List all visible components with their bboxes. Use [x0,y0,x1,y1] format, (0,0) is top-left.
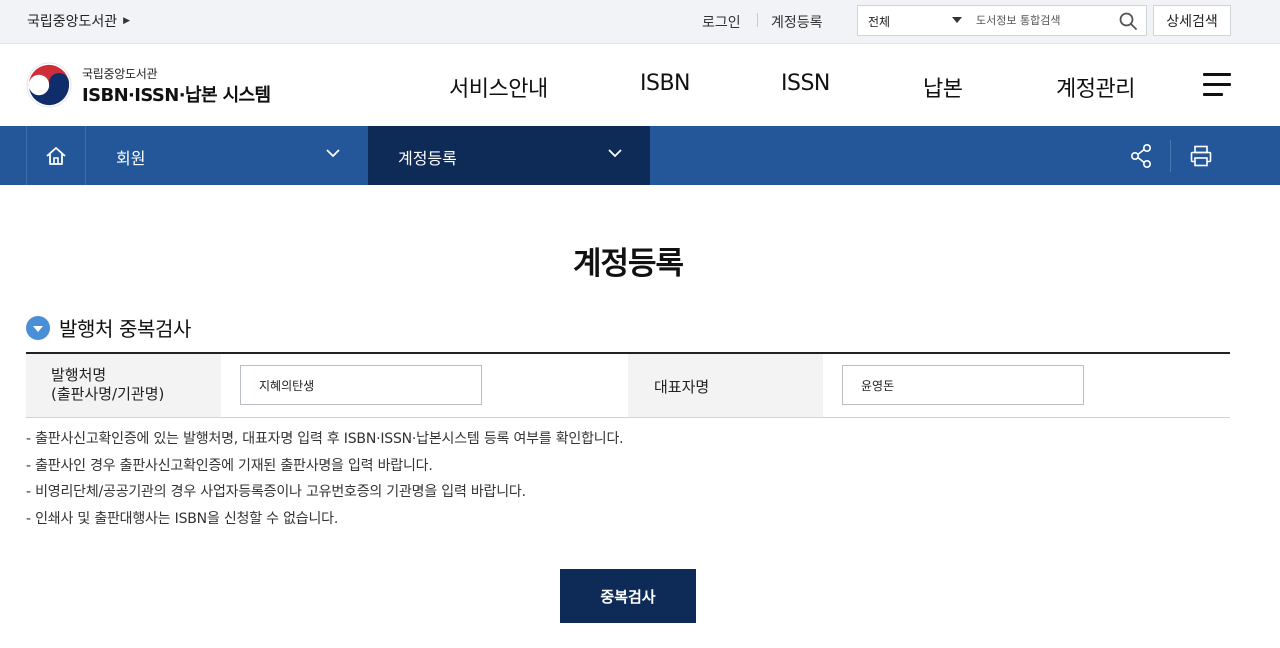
note-item: - 출판사인 경우 출판사신고확인증에 기재된 출판사명을 입력 바랍니다. [26,453,623,480]
share-icon [1129,143,1153,169]
duplicate-check-button[interactable]: 중복검사 [560,569,696,623]
search-scope-select[interactable]: 전체 [858,6,970,35]
breadcrumb-bar: 회원 계정등록 [0,126,1280,185]
home-button[interactable] [26,126,86,185]
taegeuk-logo-icon[interactable] [26,62,72,108]
page-title: 계정등록 [0,238,1256,283]
representative-name-label: 대표자명 [628,354,823,417]
library-link-label: 국립중앙도서관 [27,11,117,31]
site-header: 국립중앙도서관 ISBN·ISSN·납본 시스템 서비스안내 ISBN ISSN… [0,45,1280,126]
nav-service-info[interactable]: 서비스안내 [449,71,548,103]
search-icon[interactable] [1118,11,1138,31]
section-title: 발행처 중복검사 [59,313,191,342]
printer-icon [1189,144,1213,168]
search-box: 전체 [857,5,1147,36]
utility-bar: 국립중앙도서관 ▶ 로그인 계정등록 전체 상세검색 [0,0,1280,44]
print-button[interactable] [1171,126,1231,185]
publisher-name-label: 발행처명 (출판사명/기관명) [26,354,221,417]
nav-deposit[interactable]: 납본 [923,71,962,103]
home-icon [45,145,67,167]
guidance-notes: - 출판사신고확인증에 있는 발행처명, 대표자명 입력 후 ISBN·ISSN… [26,426,623,532]
library-home-link[interactable]: 국립중앙도서관 ▶ [27,11,130,31]
chevron-down-icon [326,148,340,158]
publisher-check-form: 발행처명 (출판사명/기관명) 대표자명 [26,352,1230,418]
advanced-search-button[interactable]: 상세검색 [1153,5,1231,36]
hamburger-menu-icon[interactable] [1203,73,1231,97]
logo-org-name[interactable]: 국립중앙도서관 [82,65,157,82]
search-input[interactable] [976,10,1111,31]
publisher-label-line1: 발행처명 [51,366,221,385]
dropdown-arrow-icon [952,17,962,23]
publisher-name-input[interactable] [240,365,482,405]
chevron-down-icon [608,148,622,158]
nav-isbn[interactable]: ISBN [640,71,690,96]
breadcrumb-level1-label: 회원 [116,145,145,169]
share-button[interactable] [1112,126,1170,185]
note-item: - 출판사신고확인증에 있는 발행처명, 대표자명 입력 후 ISBN·ISSN… [26,426,623,453]
register-link[interactable]: 계정등록 [771,12,823,32]
note-item: - 인쇄사 및 출판대행사는 ISBN을 신청할 수 없습니다. [26,506,623,533]
note-item: - 비영리단체/공공기관의 경우 사업자등록증이나 고유번호증의 기관명을 입력… [26,479,623,506]
breadcrumb-level2-dropdown[interactable]: 계정등록 [368,126,650,185]
publisher-label-line2: (출판사명/기관명) [51,385,221,404]
logo-system-name[interactable]: ISBN·ISSN·납본 시스템 [82,81,270,107]
breadcrumb-level2-label: 계정등록 [398,145,457,169]
search-scope-value: 전체 [868,15,890,29]
section-heading: 발행처 중복검사 [26,313,191,342]
breadcrumb-level1-dropdown[interactable]: 회원 [86,126,368,185]
utility-divider [757,13,758,27]
caret-right-icon: ▶ [123,16,130,26]
representative-name-input[interactable] [842,365,1084,405]
nav-issn[interactable]: ISSN [781,71,830,96]
section-bullet-icon [26,316,50,340]
login-link[interactable]: 로그인 [702,12,741,32]
nav-account-management[interactable]: 계정관리 [1056,71,1135,103]
